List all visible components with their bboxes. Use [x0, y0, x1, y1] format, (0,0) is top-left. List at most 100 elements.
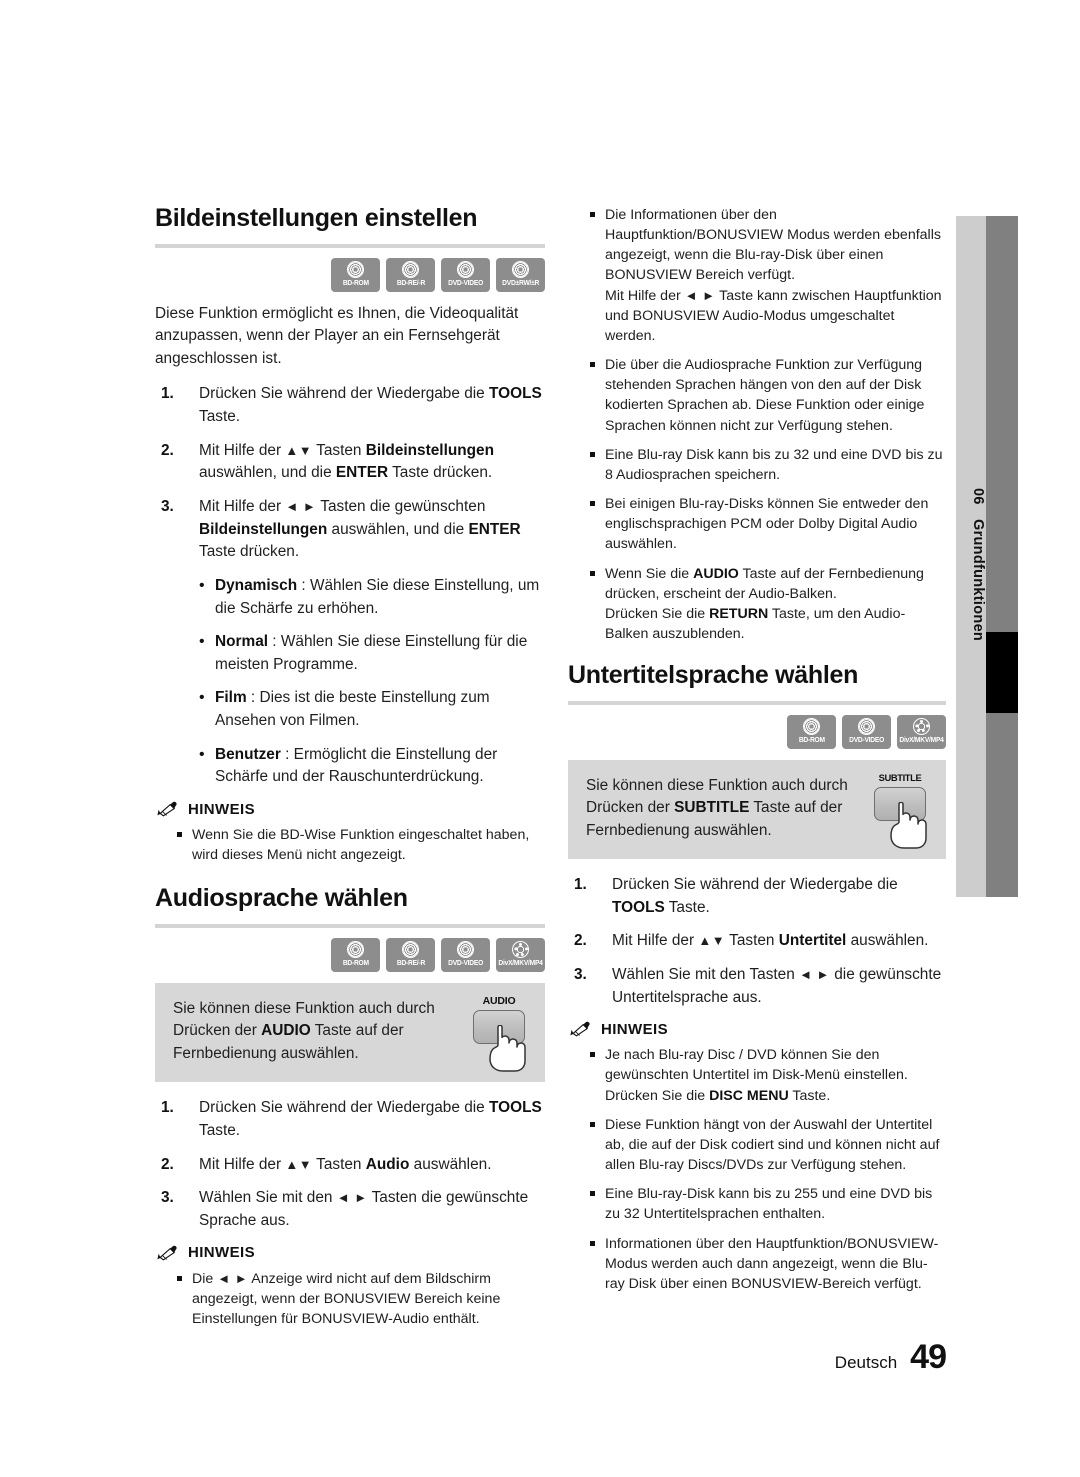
pencil-note-icon [570, 1022, 590, 1037]
side-tab-dark-strip [986, 216, 1018, 897]
disc-icon [858, 717, 875, 735]
disc-badge-label: DivX/MKV/MP4 [899, 736, 944, 745]
note-header: HINWEIS [568, 1020, 946, 1038]
step-text: Drücken Sie während der Wiedergabe die T… [199, 385, 542, 426]
step-item: 3. Wählen Sie mit den ◄ ► Tasten die gew… [155, 1187, 545, 1232]
footer-page-number: 49 [910, 1338, 947, 1376]
disc-icon [803, 717, 820, 735]
step-number: 1. [574, 876, 587, 894]
disc-badge-label: DVD±RW/±R [502, 279, 539, 287]
intro-paragraph: Diese Funktion ermöglicht es Ihnen, die … [155, 304, 519, 367]
disc-icon [347, 260, 364, 278]
section-divider [568, 700, 946, 705]
step-item: 3. Wählen Sie mit den Tasten ◄ ► die gew… [568, 964, 946, 1009]
option-term: Normal [215, 633, 269, 651]
disc-icon [457, 940, 474, 958]
step-number: 1. [161, 1099, 174, 1117]
disc-badge-dvd-video: DVD-VIDEO [441, 937, 490, 972]
step-text: Wählen Sie mit den ◄ ► Tasten die gewüns… [199, 1189, 529, 1229]
side-tab-text: 06 Grundfunktionen [956, 216, 986, 897]
disc-badge-label: BD-ROM [798, 736, 825, 745]
section-untertitelsprache: Untertitelsprache wählen BD-ROM DVD-VIDE… [568, 662, 946, 1294]
section-divider [155, 923, 545, 928]
steps-list-untertitelsprache: 1. Drücken Sie während der Wiedergabe di… [568, 874, 946, 1009]
disc-badge-label: BD-ROM [342, 279, 369, 287]
note-item: Die ◄ ► Anzeige wird nicht auf dem Bilds… [155, 1269, 545, 1329]
disc-badge-row: BD-ROM BD-RE/-R DVD-VIDEO DVD±RW/±R [155, 257, 545, 292]
step-number: 2. [574, 932, 587, 950]
disc-icon [347, 940, 364, 958]
option-item-benutzer: Benutzer : Ermöglicht die Einstellung de… [155, 743, 545, 789]
step-text: Mit Hilfe der ◄ ► Tasten die gewünschten… [199, 497, 521, 561]
disc-badge-label: DVD-VIDEO [448, 279, 483, 287]
note-item: Eine Blu-ray Disk kann bis zu 32 und ein… [568, 445, 946, 485]
disc-badge-label: BD-ROM [342, 959, 369, 968]
disc-badge-bd-rom: BD-ROM [331, 257, 380, 292]
note-item: Je nach Blu-ray Disc / DVD können Sie de… [568, 1045, 946, 1105]
step-text: Mit Hilfe der ▲▼ Tasten Untertitel auswä… [612, 932, 929, 950]
step-number: 3. [161, 497, 174, 515]
step-item: 1. Drücken Sie während der Wiedergabe di… [155, 1097, 545, 1142]
note-list: Die ◄ ► Anzeige wird nicht auf dem Bilds… [155, 1269, 545, 1329]
disc-badge-bd-re-r: BD-RE/-R [386, 257, 435, 292]
page-title: Audiosprache wählen [155, 884, 408, 913]
disc-badge-label: BD-RE/-R [396, 959, 425, 968]
note-list: Wenn Sie die BD-Wise Funktion eingeschal… [155, 825, 545, 865]
steps-list-bildeinstellungen: 1. Drücken Sie während der Wiedergabe di… [155, 383, 545, 563]
note-list-audio-continued: Die Informationen über den Hauptfunktion… [568, 205, 946, 644]
disc-badge-label: DivX/MKV/MP4 [498, 959, 543, 968]
disc-badge-bd-rom: BD-ROM [331, 937, 380, 972]
step-item: 2. Mit Hilfe der ▲▼ Tasten Untertitel au… [568, 930, 946, 953]
step-number: 2. [161, 441, 174, 459]
step-number: 3. [161, 1189, 174, 1207]
film-disc-icon [913, 717, 930, 735]
option-desc: : Dies ist die beste Einstellung zum Ans… [215, 689, 490, 730]
remote-audio-key-illustration: AUDIO [469, 995, 531, 1073]
disc-badge-dvd-rw-r: DVD±RW/±R [496, 257, 545, 292]
remote-tip-text: Sie können diese Funktion auch durch Drü… [586, 776, 848, 839]
disc-badge-label: DVD-VIDEO [448, 959, 483, 968]
disc-icon [402, 260, 419, 278]
note-item: Eine Blu-ray-Disk kann bis zu 255 und ei… [568, 1184, 946, 1224]
disc-badge-divx: DivX/MKV/MP4 [496, 937, 545, 972]
disc-badge-bd-rom: BD-ROM [787, 714, 836, 749]
step-number: 3. [574, 966, 587, 983]
remote-key-label: AUDIO [482, 994, 516, 1007]
note-item: Wenn Sie die BD-Wise Funktion eingeschal… [155, 825, 545, 865]
note-header: HINWEIS [155, 1244, 545, 1262]
note-list: Je nach Blu-ray Disc / DVD können Sie de… [568, 1045, 946, 1294]
disc-badge-divx: DivX/MKV/MP4 [897, 714, 946, 749]
steps-list-audiosprache: 1. Drücken Sie während der Wiedergabe di… [155, 1097, 545, 1232]
disc-badge-label: BD-RE/-R [396, 279, 425, 287]
chapter-number: 06 [970, 488, 986, 505]
step-text: Drücken Sie während der Wiedergabe die T… [612, 876, 898, 916]
note-item: Die über die Audiosprache Funktion zur V… [568, 355, 946, 436]
option-term: Benutzer [215, 745, 281, 763]
page-title: Untertitelsprache wählen [568, 661, 859, 690]
step-number: 1. [161, 385, 174, 403]
disc-badge-dvd-video: DVD-VIDEO [842, 714, 891, 749]
chapter-side-tab: 06 Grundfunktionen [956, 216, 1018, 897]
disc-badge-label: DVD-VIDEO [849, 736, 884, 745]
step-item: 2. Mit Hilfe der ▲▼ Tasten Audio auswähl… [155, 1154, 545, 1177]
step-item: 1. Drücken Sie während der Wiedergabe di… [568, 874, 946, 919]
pointing-hand-icon [890, 801, 927, 849]
remote-tip-box-audio: Sie können diese Funktion auch durch Drü… [155, 982, 545, 1083]
disc-icon [512, 260, 529, 278]
step-text: Wählen Sie mit den Tasten ◄ ► die gewüns… [612, 966, 942, 1006]
pencil-note-icon [157, 801, 177, 817]
step-item: 1. Drücken Sie während der Wiedergabe di… [155, 383, 545, 428]
disc-icon [457, 260, 474, 278]
step-item: 3. Mit Hilfe der ◄ ► Tasten die gewünsch… [155, 496, 545, 564]
note-item: Die Informationen über den Hauptfunktion… [568, 205, 946, 346]
note-header: HINWEIS [155, 800, 545, 818]
remote-key-label: SUBTITLE [878, 771, 922, 783]
option-term: Dynamisch [215, 576, 298, 594]
disc-badge-row: BD-ROM BD-RE/-R DVD-VIDEO DivX/MKV/MP4 [155, 937, 545, 972]
disc-badge-bd-re-r: BD-RE/-R [386, 937, 435, 972]
right-column: Die Informationen über den Hauptfunktion… [568, 205, 946, 1303]
step-text: Mit Hilfe der ▲▼ Tasten Audio auswählen. [199, 1155, 492, 1173]
option-term: Film [215, 689, 247, 707]
disc-badge-dvd-video: DVD-VIDEO [441, 257, 490, 292]
note-item: Wenn Sie die AUDIO Taste auf der Fernbed… [568, 564, 946, 645]
